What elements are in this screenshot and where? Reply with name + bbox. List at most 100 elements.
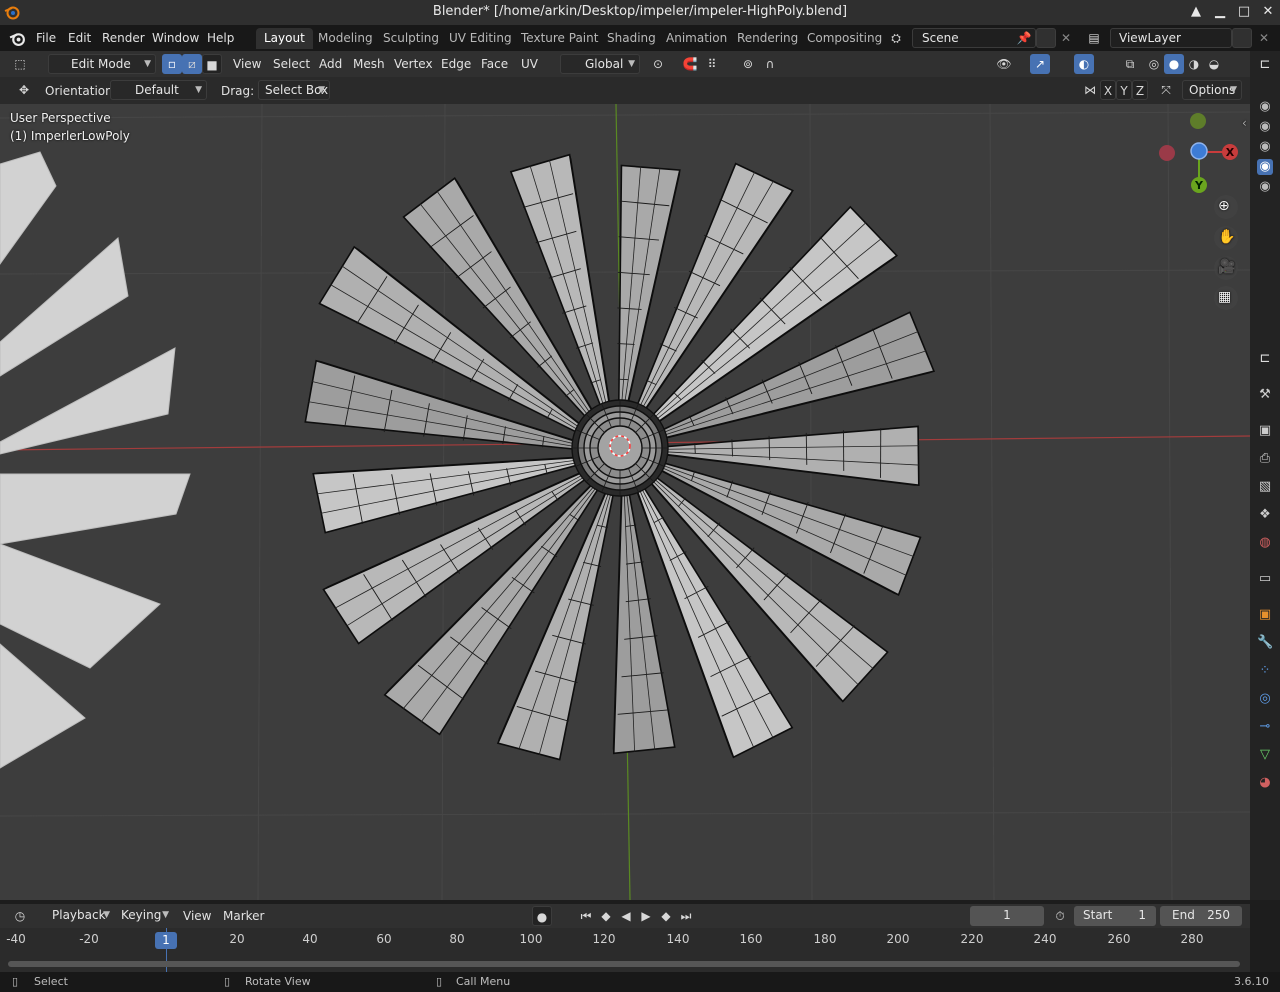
move-tool-icon[interactable]: ✥ [14,80,34,100]
delete-scene-icon[interactable]: ✕ [1056,28,1076,48]
tool-icon[interactable]: ⚒ [1257,387,1273,403]
world-icon[interactable]: ◍ [1257,535,1273,551]
camera-view-icon[interactable]: 🎥 [1218,259,1235,275]
data-mesh-icon[interactable]: ▽ [1257,747,1273,763]
tab-rendering[interactable]: Rendering [729,28,806,49]
tab-shading[interactable]: Shading [599,28,664,49]
tab-texture-paint[interactable]: Texture Paint [513,28,606,49]
camera-icon[interactable]: ◉ [1257,179,1273,195]
constraints-icon[interactable]: ⊸ [1257,719,1273,735]
play-icon[interactable]: ▶ [636,906,656,926]
editor-type-icon[interactable]: ⬚ [10,54,30,74]
orientation-dropdown[interactable]: Default ▼ [110,80,207,100]
snap-magnet-icon[interactable]: 🧲 [680,54,700,74]
gizmo-z-icon[interactable] [1190,142,1208,160]
output-icon[interactable]: ⎙ [1257,451,1273,467]
pan-hand-icon[interactable]: ✋ [1218,229,1235,245]
menu-add[interactable]: Add [319,57,342,71]
play-reverse-icon[interactable]: ◀ [616,906,636,926]
menu-uv[interactable]: UV [521,57,538,71]
xray-toggle-icon[interactable]: ⧉ [1120,54,1140,74]
solid-shading-icon[interactable]: ● [1164,54,1184,74]
auto-merge-icon[interactable]: ⤧ [1156,80,1176,100]
camera-icon[interactable]: ◉ [1257,139,1273,155]
visibility-eye-icon[interactable]: 👁 [994,54,1014,74]
mode-dropdown[interactable]: Edit Mode ▼ [48,54,156,74]
tab-sculpting[interactable]: Sculpting [375,28,447,49]
pivot-point-icon[interactable]: ⊙ [648,54,668,74]
zoom-icon[interactable]: ⊕ [1218,198,1230,214]
material-icon[interactable]: ◕ [1257,775,1273,791]
edge-select-icon[interactable]: ⧄ [182,54,202,74]
jump-end-icon[interactable]: ⏭ [676,906,696,926]
playhead-frame[interactable]: 1 [155,932,177,949]
tab-modeling[interactable]: Modeling [310,28,381,49]
minimize-icon[interactable]: ▁ [1211,3,1229,21]
collection-icon[interactable]: ▭ [1257,571,1273,587]
menu-mesh[interactable]: Mesh [353,57,385,71]
overlay-toggle-icon[interactable]: ◐ [1074,54,1094,74]
wireframe-shading-icon[interactable]: ◎ [1144,54,1164,74]
viewlayer-name-field[interactable]: ViewLayer [1110,28,1232,48]
tab-layout[interactable]: Layout [256,28,313,49]
view-layer-icon[interactable]: ▧ [1257,479,1273,495]
menu-view[interactable]: View [183,909,211,923]
gizmo-neg-z-icon[interactable] [1190,113,1206,129]
face-select-icon[interactable]: ■ [202,54,222,74]
proportional-edit-icon[interactable]: ⊚ [738,54,758,74]
modifier-wrench-icon[interactable]: 🔧 [1257,635,1273,651]
tab-animation[interactable]: Animation [658,28,735,49]
new-scene-icon[interactable] [1036,28,1056,48]
record-icon[interactable]: ● [532,906,552,926]
preview-range-clock-icon[interactable]: ⏱ [1050,906,1070,926]
menu-edge[interactable]: Edge [441,57,471,71]
keying-dropdown[interactable]: Keying ▼ [115,906,173,926]
hub-ring[interactable] [597,425,643,471]
current-frame-field[interactable]: 1 [970,906,1044,926]
editor-type-icon[interactable]: ⊏ [1257,57,1273,73]
scene-icon[interactable]: ❖ [1257,507,1273,523]
menu-window[interactable]: Window [152,31,199,45]
particles-icon[interactable]: ⁘ [1257,663,1273,679]
timeline-ruler[interactable] [0,928,1250,952]
menu-marker[interactable]: Marker [223,909,264,923]
options-dropdown[interactable]: Options ▼ [1182,80,1242,100]
camera-active-icon[interactable]: ◉ [1257,159,1273,175]
viewport-canvas[interactable]: X Y [0,104,1250,900]
next-keyframe-icon[interactable]: ◆ [656,906,676,926]
render-icon[interactable]: ▣ [1257,423,1273,439]
falloff-curve-icon[interactable]: ∩ [760,54,780,74]
blender-menu-icon[interactable] [9,30,26,47]
snap-target-icon[interactable]: ⠿ [702,54,722,74]
gizmo-toggle-icon[interactable]: ↗ [1030,54,1050,74]
menu-file[interactable]: File [36,31,56,45]
end-frame-field[interactable]: End 250 [1160,906,1242,926]
editor-type-clock-icon[interactable]: ◷ [10,906,30,926]
menu-view[interactable]: View [233,57,261,71]
menu-help[interactable]: Help [207,31,234,45]
drag-dropdown[interactable]: Select Box ▼ [258,80,330,100]
gizmo-neg-x-icon[interactable] [1159,145,1175,161]
menu-vertex[interactable]: Vertex [394,57,433,71]
scene-selector-icon[interactable]: ⛭ [886,28,906,48]
transform-orientation-dropdown[interactable]: Global ▼ [560,54,640,74]
menu-select[interactable]: Select [273,57,310,71]
playback-dropdown[interactable]: Playback ▼ [46,906,114,926]
start-frame-field[interactable]: Start 1 [1074,906,1156,926]
tab-compositing[interactable]: Compositing [799,28,890,49]
pin-icon[interactable]: 📌 [1014,28,1034,48]
axis-y-button[interactable]: Y [1116,80,1132,100]
material-shading-icon[interactable]: ◑ [1184,54,1204,74]
jump-start-icon[interactable]: ⏮ [576,906,596,926]
rendered-shading-icon[interactable]: ◒ [1204,54,1224,74]
delete-viewlayer-icon[interactable]: ✕ [1254,28,1274,48]
physics-icon[interactable]: ◎ [1257,691,1273,707]
editor-type-icon[interactable]: ⊏ [1257,351,1273,367]
axis-x-button[interactable]: X [1100,80,1116,100]
close-icon[interactable]: ✕ [1259,3,1277,21]
mirror-icon[interactable]: ⋈ [1080,80,1100,100]
ortho-grid-icon[interactable]: ▦ [1218,289,1231,305]
menu-face[interactable]: Face [481,57,508,71]
tab-uv-editing[interactable]: UV Editing [441,28,520,49]
restore-icon[interactable]: □ [1235,3,1253,21]
